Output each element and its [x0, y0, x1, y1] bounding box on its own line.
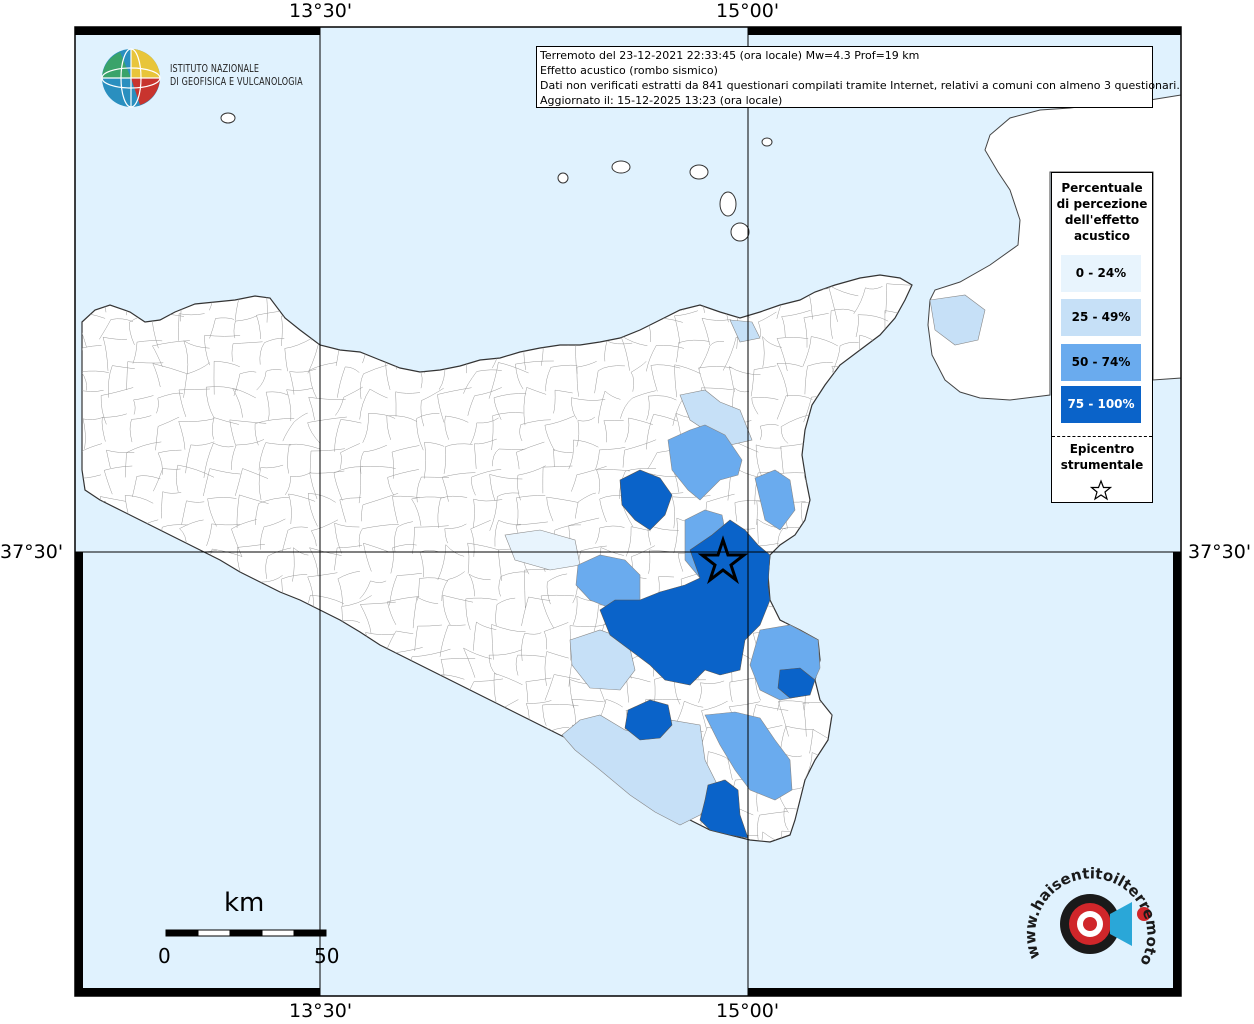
- haisentito-logo: www.haisentitoilterremoto.it: [1018, 848, 1172, 982]
- lon-label-top-1330: 13°30': [289, 0, 353, 22]
- lon-label-top-1500: 15°00': [716, 0, 780, 22]
- ingv-name-line2: DI GEOFISICA E VULCANOLOGIA: [170, 76, 303, 88]
- lon-label-bottom-1500: 15°00': [716, 1000, 780, 1022]
- legend-title: Percentuale di percezione dell'effetto a…: [1056, 181, 1148, 243]
- event-info-line: Dati non verificati estratti da 841 ques…: [540, 79, 1180, 92]
- lat-label-right-3730: 37°30': [1188, 541, 1252, 563]
- scale-bar: [165, 929, 327, 937]
- legend-swatch-75-100: 75 - 100%: [1061, 386, 1141, 423]
- lat-label-left-3730: 37°30': [0, 541, 64, 563]
- legend-divider: [1052, 436, 1152, 437]
- legend: Percentuale di percezione dell'effetto a…: [1051, 172, 1153, 503]
- scale-min: 0: [158, 944, 171, 968]
- legend-swatch-0-24: 0 - 24%: [1061, 255, 1141, 292]
- ingv-globe-icon: [101, 48, 161, 108]
- ingv-logo: ISTITUTO NAZIONALE DI GEOFISICA E VULCAN…: [100, 47, 320, 109]
- haisentito-logo-icon: www.haisentitoilterremoto.it: [1018, 848, 1161, 969]
- lon-label-bottom-1330: 13°30': [289, 1000, 353, 1022]
- event-info-line: Effetto acustico (rombo sismico): [540, 64, 718, 77]
- legend-swatch-25-49: 25 - 49%: [1061, 299, 1141, 336]
- legend-swatch-50-74: 50 - 74%: [1061, 344, 1141, 381]
- event-info-box: Terremoto del 23-12-2021 22:33:45 (ora l…: [536, 46, 1180, 108]
- event-info-line: Terremoto del 23-12-2021 22:33:45 (ora l…: [540, 49, 920, 62]
- legend-star-icon: [1090, 479, 1112, 501]
- legend-epicenter-title: Epicentro strumentale: [1060, 442, 1144, 472]
- event-info-line: Aggiornato il: 15-12-2025 13:23 (ora loc…: [540, 94, 783, 107]
- ingv-name-line1: ISTITUTO NAZIONALE: [170, 63, 260, 75]
- scale-max: 50: [314, 944, 340, 968]
- scale-unit: km: [224, 888, 265, 918]
